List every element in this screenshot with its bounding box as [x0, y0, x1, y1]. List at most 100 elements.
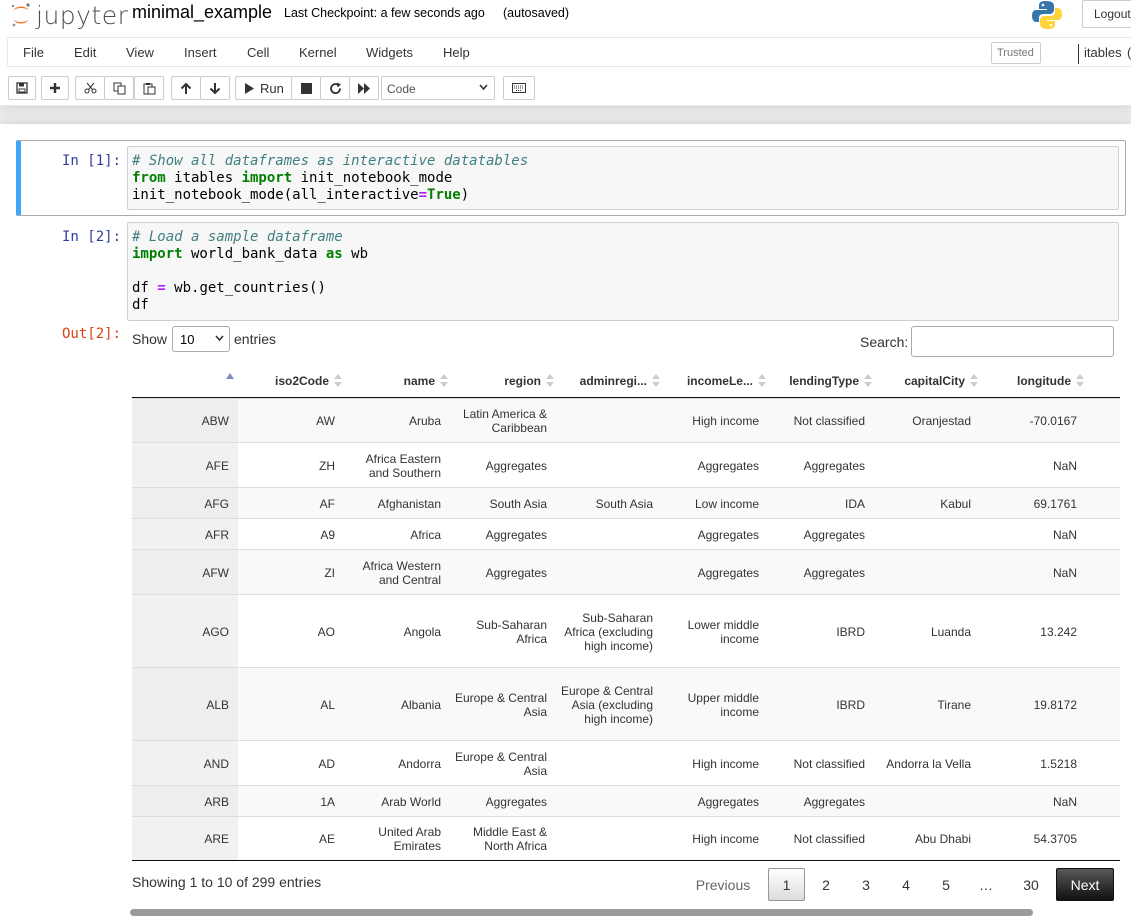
jupyter-logo-icon	[11, 3, 30, 27]
table-row[interactable]: ABW AW Aruba Latin America & Caribbean High …	[132, 398, 1120, 442]
cell-adminregion	[557, 786, 653, 817]
horizontal-scrollbar[interactable]	[130, 909, 1033, 916]
search-input[interactable]	[911, 326, 1114, 357]
sort-icon	[652, 374, 660, 388]
code-line: from itables import init_notebook_mode	[132, 170, 452, 187]
column-header-iso2code[interactable]: iso2Code	[238, 366, 342, 396]
table-row[interactable]: AND AD Andorra Europe & Central Asia High in…	[132, 740, 1120, 785]
cell-region: Aggregates	[485, 794, 547, 809]
pagination-next[interactable]: Next	[1056, 868, 1114, 901]
cell-region: Sub-Saharan Africa	[476, 617, 547, 646]
cell-name: United Arab Emirates	[378, 825, 441, 853]
pagination-page[interactable]: 30	[1012, 868, 1050, 901]
show-label: Show	[132, 331, 168, 347]
menu-help[interactable]: Help	[443, 45, 470, 60]
insert-cell-button[interactable]	[41, 76, 69, 100]
move-down-button[interactable]	[200, 76, 230, 100]
code-text: df	[132, 280, 158, 296]
sort-icon	[334, 374, 342, 388]
cell-longitude: NaN	[1052, 458, 1077, 473]
cell-adminregion	[557, 817, 653, 861]
trusted-indicator[interactable]: Trusted	[991, 42, 1041, 64]
copy-button[interactable]	[104, 76, 134, 100]
menubar	[7, 37, 1131, 67]
column-header-index[interactable]	[132, 366, 238, 396]
code-keyword: import	[132, 246, 183, 262]
command-palette-button[interactable]	[503, 76, 535, 100]
cell-index: AFW	[202, 565, 229, 580]
cell-index: ARE	[204, 832, 229, 846]
pagination-previous[interactable]: Previous	[690, 868, 756, 901]
notebook-name[interactable]: minimal_example	[132, 2, 272, 23]
table-row[interactable]: ARE AE United Arab Emirates Middle East & N…	[132, 816, 1120, 860]
menu-view[interactable]: View	[126, 45, 154, 60]
restart-button[interactable]	[320, 76, 350, 100]
column-header-region[interactable]: region	[448, 366, 554, 396]
column-header-lendingtype[interactable]: lendingType	[766, 366, 872, 396]
table-row[interactable]: AFW ZI Africa Western and Central Aggregate…	[132, 549, 1120, 594]
menu-kernel[interactable]: Kernel	[299, 45, 337, 60]
jupyter-logo-text: jupyter	[36, 0, 129, 30]
code-text: wb.get_countries()	[165, 280, 326, 296]
menu-insert[interactable]: Insert	[184, 45, 217, 60]
cell-adminregion	[557, 550, 653, 595]
table-row[interactable]: ALB AL Albania Europe & Central Asia Europe …	[132, 667, 1120, 740]
table-row[interactable]: AFR A9 Africa Aggregates Aggregates Aggregate…	[132, 518, 1120, 549]
run-button[interactable]: Run	[235, 76, 292, 100]
menu-cell[interactable]: Cell	[247, 45, 269, 60]
save-button[interactable]	[8, 76, 36, 100]
input-prompt: In [1]:	[62, 153, 122, 169]
logout-button[interactable]: Logout	[1082, 0, 1131, 28]
cell-adminregion	[557, 519, 653, 550]
cell-name: Albania	[400, 697, 441, 712]
pagination-page-current[interactable]: 1	[768, 868, 805, 901]
entries-length-select[interactable]: 10	[172, 326, 230, 352]
cell-iso2code: AE	[318, 832, 335, 846]
chevron-down-icon	[215, 335, 224, 342]
cell-lendingtype: IBRD	[836, 697, 865, 712]
python-logo-icon	[1031, 0, 1063, 30]
pagination-page[interactable]: 4	[890, 868, 922, 901]
table-row[interactable]: AFG AF Afghanistan South Asia South Asia Low …	[132, 487, 1120, 518]
restart-run-all-button[interactable]	[349, 76, 379, 100]
pagination-page[interactable]: 2	[810, 868, 842, 901]
menu-file[interactable]: File	[23, 45, 44, 60]
cell-iso2code: ZH	[319, 458, 335, 473]
column-header-incomelevel[interactable]: incomeLe...	[660, 366, 766, 396]
cell-lendingtype: Aggregates	[803, 527, 865, 542]
entries-length-value: 10	[180, 332, 195, 347]
paste-button[interactable]	[134, 76, 164, 100]
column-header-label: lendingType	[789, 374, 859, 388]
menu-edit[interactable]: Edit	[74, 45, 96, 60]
kernel-separator	[1078, 44, 1079, 64]
column-header-name[interactable]: name	[342, 366, 448, 396]
column-header-capitalcity[interactable]: capitalCity	[872, 366, 978, 396]
save-icon	[16, 82, 28, 94]
interrupt-button[interactable]	[291, 76, 321, 100]
cell-longitude: NaN	[1052, 565, 1077, 580]
pagination-page[interactable]: 5	[930, 868, 962, 901]
jupyter-logo[interactable]: jupyter	[10, 0, 128, 30]
column-header-adminregion[interactable]: adminregi...	[554, 366, 660, 396]
cell-region: Middle East & North Africa	[472, 825, 547, 853]
code-line: import world_bank_data as wb	[132, 246, 368, 263]
sort-icon	[970, 374, 978, 388]
cell-incomelevel: Upper middle income	[687, 690, 759, 719]
cell-type-select[interactable]: Code	[381, 76, 495, 100]
table-row[interactable]: ARB 1A Arab World Aggregates Aggregates Aggre…	[132, 785, 1120, 816]
table-row[interactable]: AGO AO Angola Sub-Saharan Africa Sub-Saharan…	[132, 594, 1120, 667]
cut-button[interactable]	[75, 76, 105, 100]
cell-iso2code: AD	[318, 756, 335, 771]
menu-widgets[interactable]: Widgets	[366, 45, 413, 60]
cell-name: Andorra	[398, 756, 441, 771]
cell-capitalcity: Tirane	[937, 697, 971, 712]
cell-lendingtype: IDA	[844, 496, 865, 511]
column-header-label: region	[504, 374, 541, 388]
move-up-button[interactable]	[171, 76, 201, 100]
stop-icon	[300, 82, 312, 94]
pagination-page[interactable]: 3	[850, 868, 882, 901]
column-header-longitude[interactable]: longitude	[978, 366, 1084, 396]
cell-region: Aggregates	[485, 458, 547, 473]
table-row[interactable]: AFE ZH Africa Eastern and Southern Aggregat…	[132, 442, 1120, 487]
cell-type-value: Code	[387, 82, 416, 96]
